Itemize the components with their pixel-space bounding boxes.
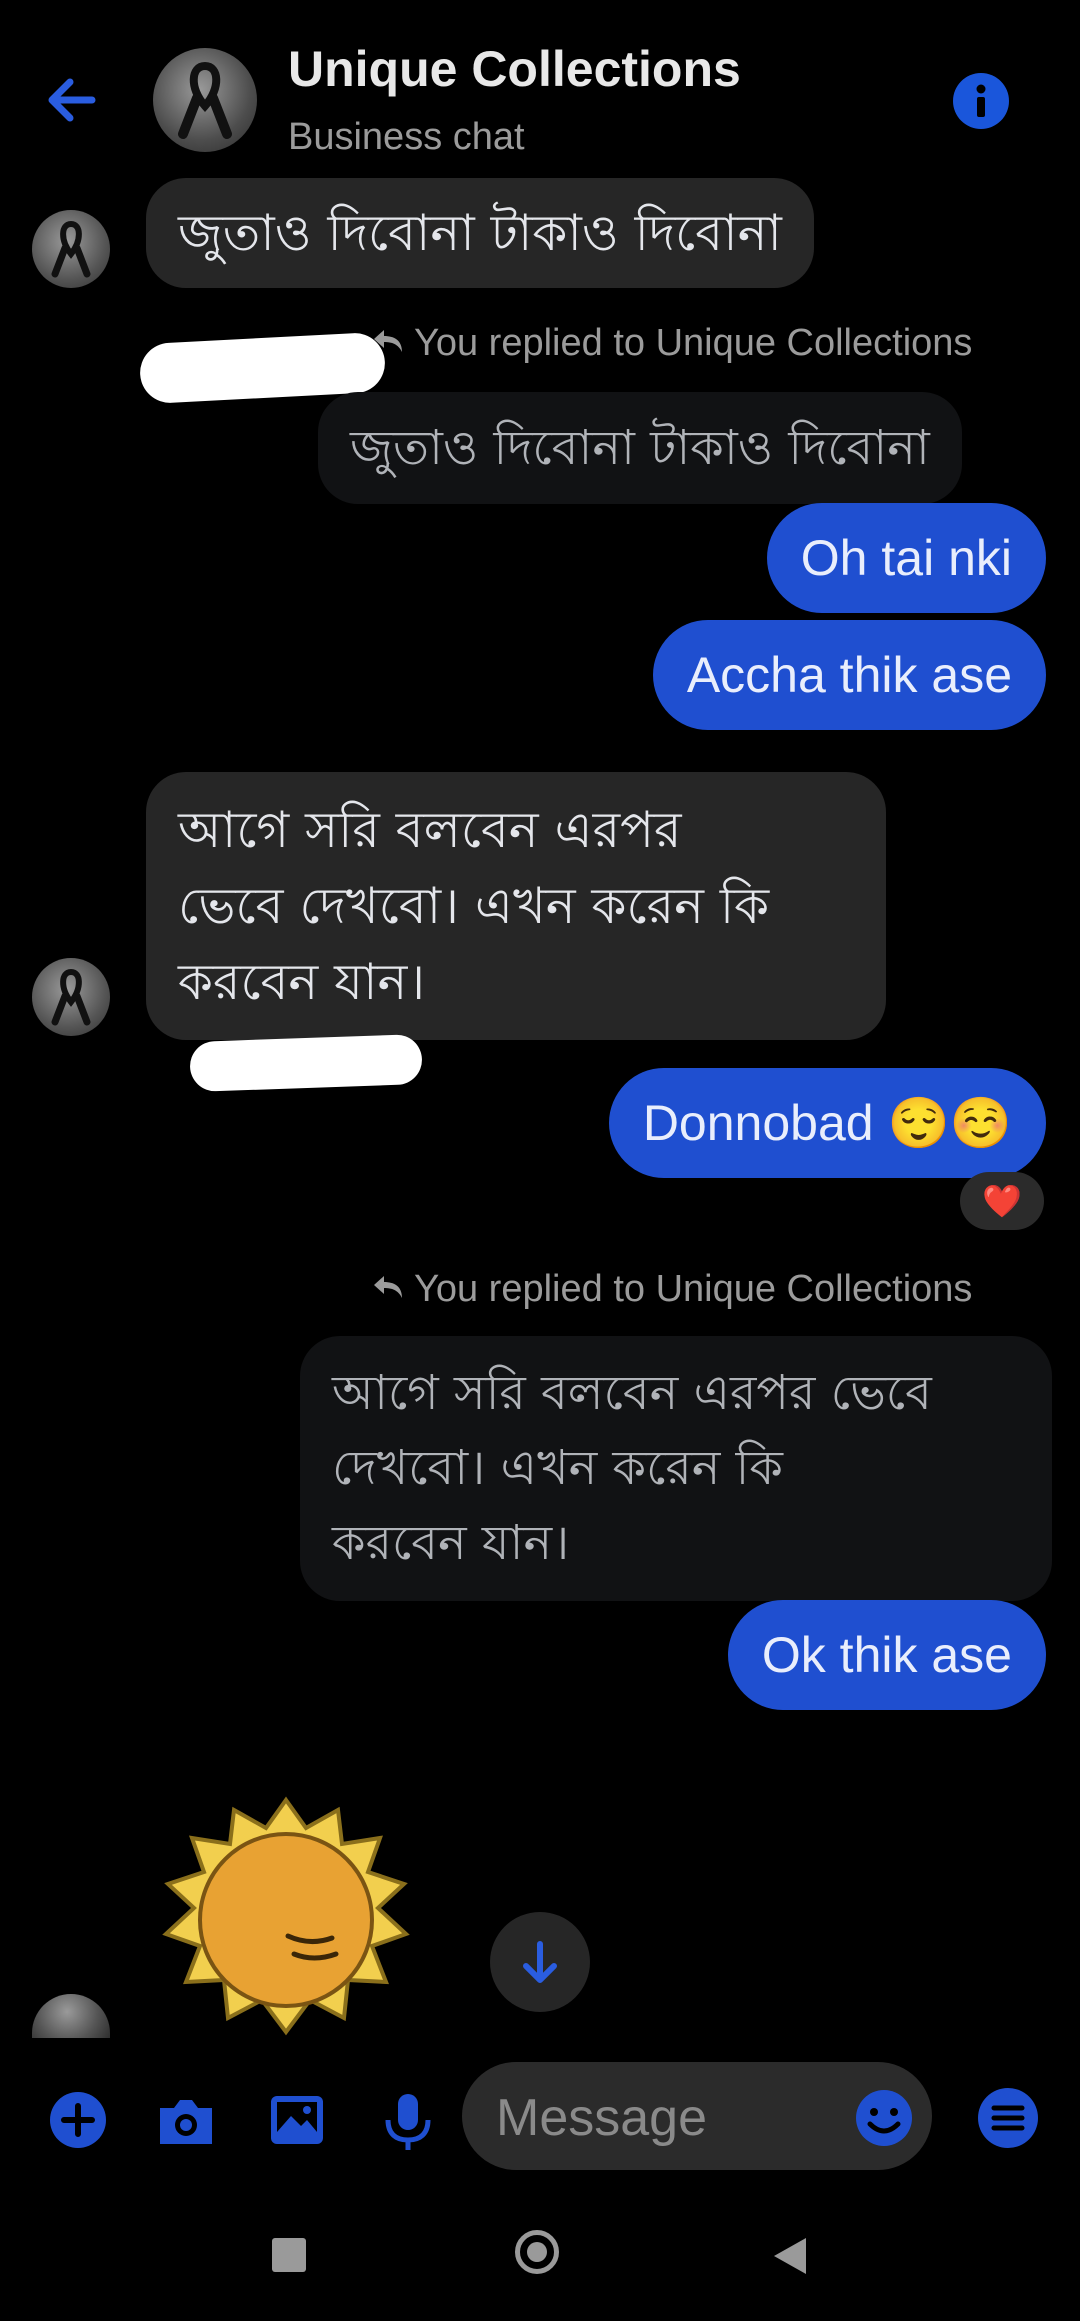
reply-quote-text: জুতাও দিবোনা টাকাও দিবোনা [350,420,930,476]
reply-quote[interactable]: জুতাও দিবোনা টাকাও দিবোনা [318,392,962,504]
message-text: জুতাও দিবোনা টাকাও দিবোনা [178,204,782,262]
gallery-button[interactable] [265,2088,329,2152]
reply-arrow-icon [372,326,408,360]
camera-button[interactable] [154,2090,218,2154]
scroll-down-icon [523,1941,557,1983]
emoji-button[interactable] [852,2086,916,2150]
back-arrow-icon [48,78,96,122]
info-button[interactable] [953,73,1009,129]
heart-reaction-icon: ❤️ [982,1182,1022,1220]
replied-label: You replied to Unique Collections [414,1268,973,1310]
nav-back-triangle-icon[interactable] [772,2236,808,2280]
plus-icon [50,2092,106,2148]
reply-quote[interactable]: আগে সরি বলবেন এরপর ভেবে দেখবো। এখন করেন … [300,1336,1052,1601]
menu-icon [978,2088,1038,2148]
contact-avatar[interactable] [32,210,110,288]
message-text: Accha thik ase [686,647,1012,703]
reply-quote-line: করবেন যান। [332,1515,570,1571]
page-title[interactable]: Unique Collections [288,40,741,98]
message-text: Donnobad 😌☺️ [642,1095,1012,1151]
replied-label: You replied to Unique Collections [414,322,973,364]
outgoing-message[interactable]: Oh tai nki [766,503,1046,613]
info-icon [976,84,986,117]
page-subtitle: Business chat [288,116,525,158]
outgoing-message[interactable]: Accha thik ase [652,620,1046,730]
voice-button[interactable] [376,2090,440,2154]
menu-button[interactable] [976,2086,1040,2150]
emoji-icon [856,2090,912,2146]
plus-button[interactable] [46,2088,110,2152]
microphone-icon [385,2094,431,2150]
redaction-mark [189,1033,423,1093]
camera-icon [160,2100,212,2144]
scroll-down-button[interactable] [490,1912,590,2012]
back-button[interactable] [40,70,120,130]
contact-avatar[interactable] [32,1994,110,2038]
nav-circle-icon[interactable] [515,2230,559,2274]
outgoing-message[interactable]: Ok thik ase [727,1600,1046,1710]
outgoing-message[interactable]: Donnobad 😌☺️ [608,1068,1046,1178]
reply-quote-line: দেখবো। এখন করেন কি [332,1440,783,1496]
message-line: ভেবে দেখবো। এখন করেন কি [178,877,770,935]
incoming-message[interactable]: জুতাও দিবোনা টাকাও দিবোনা [146,178,814,288]
message-line: করবেন যান। [178,953,426,1011]
reaction-badge[interactable]: ❤️ [960,1172,1044,1230]
message-text: Oh tai nki [800,530,1012,586]
reply-quote-line: আগে সরি বলবেন এরপর ভেবে [332,1365,932,1421]
message-text: Ok thik ase [761,1627,1012,1683]
nav-square-icon[interactable] [272,2238,306,2272]
reply-arrow-icon [372,1272,408,1306]
sun-sticker[interactable] [160,1796,412,2044]
message-placeholder: Message [496,2089,707,2147]
header-avatar[interactable] [153,48,257,152]
contact-avatar[interactable] [32,958,110,1036]
message-line: আগে সরি বলবেন এরপর [178,801,682,859]
image-icon [271,2096,323,2144]
incoming-message[interactable]: আগে সরি বলবেন এরপর ভেবে দেখবো। এখন করেন … [146,772,886,1040]
